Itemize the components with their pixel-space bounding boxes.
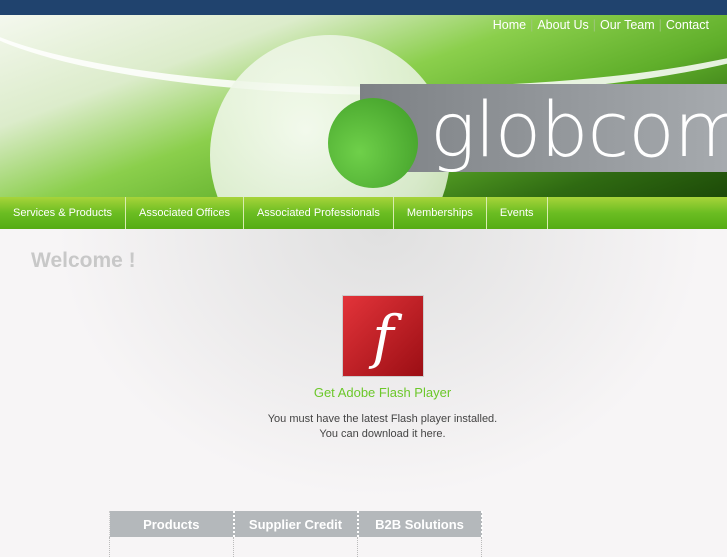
separator: |	[658, 18, 662, 32]
nav-memberships[interactable]: Memberships	[394, 197, 487, 229]
logo[interactable]: globcom	[430, 92, 727, 168]
nav-associated-offices[interactable]: Associated Offices	[126, 197, 244, 229]
nav-services-products[interactable]: Services & Products	[0, 197, 127, 229]
nav-associated-professionals[interactable]: Associated Professionals	[244, 197, 394, 229]
link-home[interactable]: Home	[493, 18, 526, 32]
get-flash-link[interactable]: Get Adobe Flash Player	[0, 385, 727, 400]
nav-events[interactable]: Events	[487, 197, 548, 229]
link-about-us[interactable]: About Us	[537, 18, 588, 32]
top-bar	[0, 0, 727, 15]
link-contact[interactable]: Contact	[666, 18, 709, 32]
services-table: Products Supplier Credit B2B Solutions	[109, 511, 483, 557]
top-links: Home | About Us | Our Team | Contact	[493, 18, 709, 32]
download-message[interactable]: You can download it here.	[0, 428, 727, 440]
separator: |	[530, 18, 534, 32]
table-header-supplier-credit: Supplier Credit	[233, 511, 359, 537]
main-nav: Services & Products Associated Offices A…	[0, 197, 727, 229]
link-our-team[interactable]: Our Team	[600, 18, 655, 32]
logo-globe-icon	[328, 98, 418, 188]
table-header-b2b-solutions: B2B Solutions	[357, 511, 483, 537]
table-header-products: Products	[109, 511, 235, 537]
table-cell	[109, 537, 234, 557]
flash-message: You must have the latest Flash player in…	[267, 413, 498, 425]
table-cell	[233, 537, 358, 557]
table-cell	[357, 537, 482, 557]
separator: |	[592, 18, 596, 32]
page-title: Welcome !	[31, 249, 136, 272]
flash-player-icon[interactable]: f	[342, 295, 424, 377]
